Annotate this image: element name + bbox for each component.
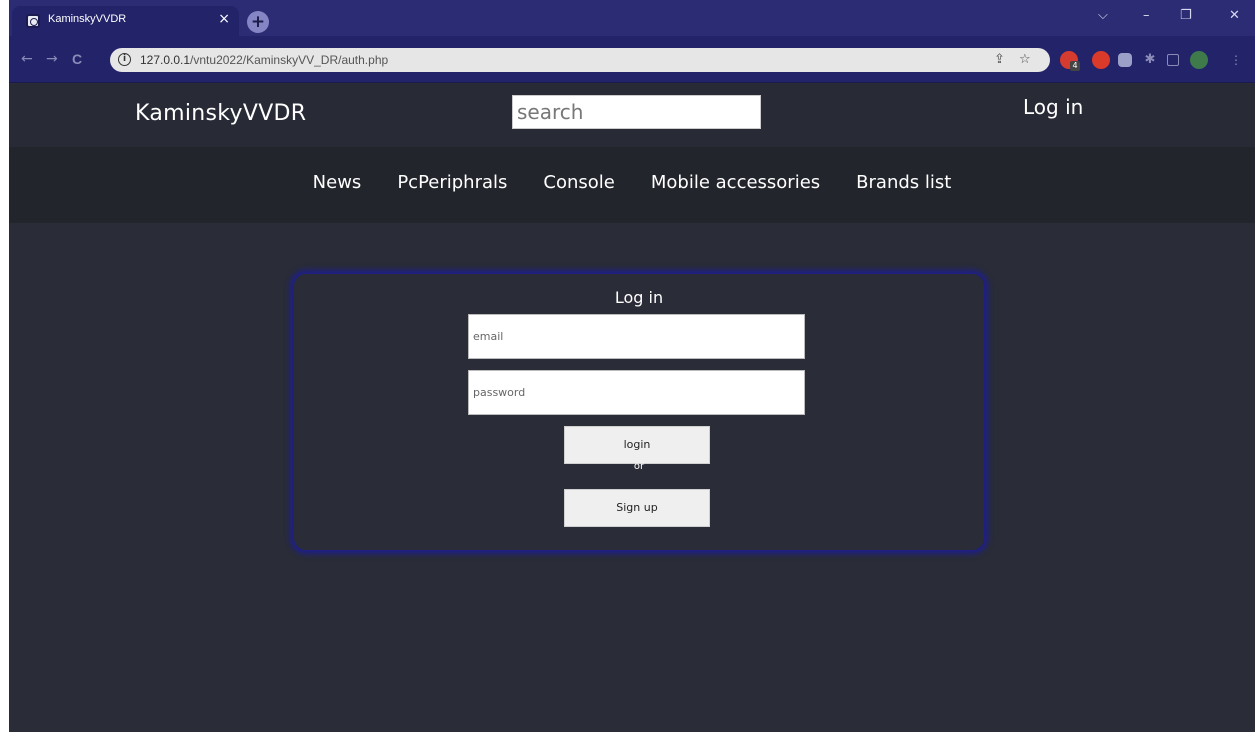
web-page: KaminskyVVDR Log in News PcPeriphrals Co… bbox=[9, 84, 1255, 732]
new-tab-button[interactable]: + bbox=[247, 11, 269, 33]
main-nav: News PcPeriphrals Console Mobile accesso… bbox=[9, 147, 1255, 223]
nav-link-console[interactable]: Console bbox=[543, 172, 614, 193]
restore-button[interactable]: ❐ bbox=[1180, 8, 1192, 24]
browser-toolbar: ← → C i 127.0.0.1/vntu2022/KaminskyVV_DR… bbox=[9, 36, 1255, 83]
bookmark-star-icon[interactable]: ☆ bbox=[1019, 51, 1031, 69]
nav-link-pcperipherals[interactable]: PcPeriphrals bbox=[397, 172, 507, 193]
password-field[interactable] bbox=[468, 370, 805, 415]
favicon-icon bbox=[26, 14, 40, 28]
site-brand[interactable]: KaminskyVVDR bbox=[135, 101, 306, 126]
side-panel-icon[interactable] bbox=[1167, 54, 1179, 66]
url-text[interactable]: 127.0.0.1/vntu2022/KaminskyVV_DR/auth.ph… bbox=[140, 53, 388, 67]
nav-link-news[interactable]: News bbox=[313, 172, 362, 193]
url-host: 127.0.0.1 bbox=[140, 53, 191, 67]
share-icon[interactable]: ⇪ bbox=[994, 51, 1005, 69]
extensions-puzzle-icon[interactable]: ✱ bbox=[1143, 53, 1157, 67]
site-info-icon[interactable]: i bbox=[118, 53, 131, 66]
address-bar[interactable]: i 127.0.0.1/vntu2022/KaminskyVV_DR/auth.… bbox=[110, 48, 1050, 72]
forward-arrow-icon[interactable]: → bbox=[46, 51, 58, 67]
signup-button[interactable]: Sign up bbox=[564, 489, 710, 527]
tab-close-icon[interactable]: × bbox=[218, 10, 230, 28]
url-path: /vntu2022/KaminskyVV_DR/auth.php bbox=[190, 53, 389, 67]
login-card: Log in login or Sign up bbox=[294, 274, 984, 550]
reload-icon[interactable]: C bbox=[72, 51, 82, 67]
close-window-button[interactable]: ✕ bbox=[1229, 8, 1240, 24]
login-title: Log in bbox=[614, 288, 664, 307]
header-login-link[interactable]: Log in bbox=[1023, 95, 1083, 119]
tab-search-icon[interactable]: ⌵ bbox=[1098, 8, 1108, 24]
nav-link-mobile-accessories[interactable]: Mobile accessories bbox=[651, 172, 820, 193]
site-header: KaminskyVVDR Log in bbox=[9, 84, 1255, 147]
extension-calendar-icon[interactable]: 4 bbox=[1060, 51, 1080, 71]
or-divider-text: or bbox=[633, 461, 645, 472]
browser-window: KaminskyVVDR × + ⌵ – ❐ ✕ ← → C i 127.0.0… bbox=[9, 0, 1255, 732]
email-field[interactable] bbox=[468, 314, 805, 359]
menu-dots-icon[interactable]: ⋮ bbox=[1230, 51, 1242, 69]
browser-tab[interactable]: KaminskyVVDR × bbox=[12, 6, 239, 36]
tab-strip: KaminskyVVDR × + ⌵ – ❐ ✕ bbox=[9, 0, 1255, 36]
login-button[interactable]: login bbox=[564, 426, 710, 464]
tab-title: KaminskyVVDR bbox=[48, 13, 127, 25]
nav-link-brands-list[interactable]: Brands list bbox=[856, 172, 951, 193]
back-arrow-icon[interactable]: ← bbox=[21, 51, 33, 67]
extension-square-icon[interactable] bbox=[1118, 53, 1132, 67]
extension-shield-icon[interactable] bbox=[1092, 51, 1110, 69]
nav-links: News PcPeriphrals Console Mobile accesso… bbox=[9, 172, 1255, 193]
extension-badge: 4 bbox=[1070, 61, 1080, 71]
minimize-button[interactable]: – bbox=[1143, 8, 1150, 24]
profile-avatar[interactable] bbox=[1190, 51, 1208, 69]
search-input[interactable] bbox=[512, 95, 761, 129]
